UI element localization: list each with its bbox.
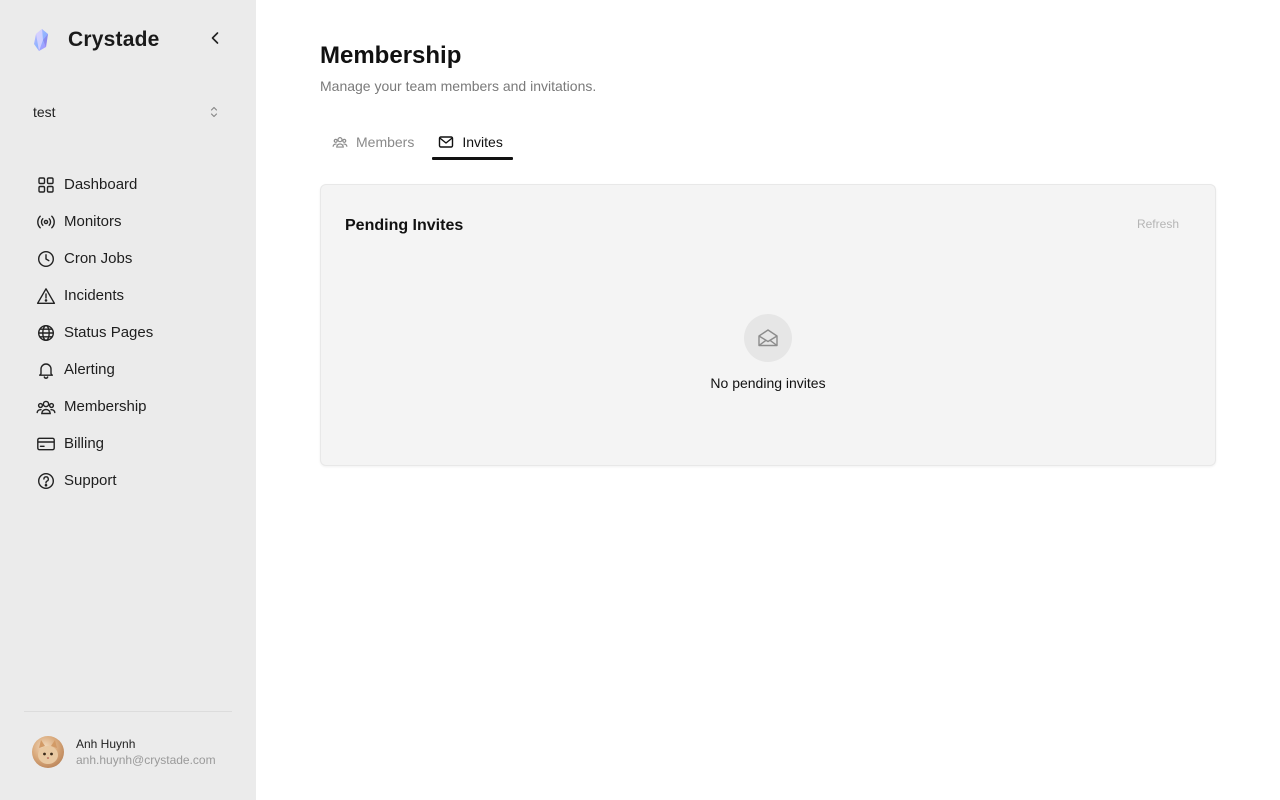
empty-state-message: No pending invites bbox=[710, 375, 826, 391]
brand[interactable]: Crystade bbox=[30, 26, 159, 54]
sidebar-item-label: Membership bbox=[64, 398, 147, 415]
grid-icon bbox=[36, 175, 56, 195]
collapse-sidebar-button[interactable] bbox=[204, 29, 226, 51]
team-selector[interactable]: test bbox=[24, 96, 232, 128]
sidebar-item-label: Dashboard bbox=[64, 176, 138, 193]
sidebar-item-incidents[interactable]: Incidents bbox=[24, 277, 232, 314]
clock-icon bbox=[36, 249, 56, 269]
pending-invites-card: Pending Invites Refresh No pending invit… bbox=[320, 184, 1216, 466]
membership-tabs: Members Invites bbox=[320, 124, 515, 160]
sidebar-item-label: Cron Jobs bbox=[64, 250, 133, 267]
team-name: test bbox=[33, 104, 56, 120]
tab-label: Invites bbox=[462, 134, 503, 150]
sidebar-item-monitors[interactable]: Monitors bbox=[24, 203, 232, 240]
users-icon bbox=[332, 134, 348, 150]
bell-icon bbox=[36, 360, 56, 380]
tab-label: Members bbox=[356, 134, 415, 150]
avatar bbox=[32, 736, 64, 768]
globe-icon bbox=[36, 323, 56, 343]
sidebar-nav: Dashboard Monitors Cron Jobs Incidents S… bbox=[24, 166, 232, 499]
crystal-logo-icon bbox=[30, 27, 52, 53]
sidebar-item-label: Status Pages bbox=[64, 324, 154, 341]
sidebar-item-label: Incidents bbox=[64, 287, 125, 304]
page-subtitle: Manage your team members and invitations… bbox=[320, 78, 597, 94]
brand-name: Crystade bbox=[68, 28, 160, 51]
user-profile[interactable]: Anh Huynh anh.huynh@crystade.com bbox=[32, 735, 216, 769]
mail-open-icon bbox=[744, 314, 792, 362]
user-name: Anh Huynh bbox=[76, 737, 136, 751]
sidebar-item-dashboard[interactable]: Dashboard bbox=[24, 166, 232, 203]
mail-icon bbox=[438, 134, 454, 150]
users-icon bbox=[36, 397, 56, 417]
sidebar-item-membership[interactable]: Membership bbox=[24, 388, 232, 425]
tab-invites[interactable]: Invites bbox=[426, 124, 514, 160]
main-content: Membership Manage your team members and … bbox=[256, 0, 1280, 800]
sidebar-item-alerting[interactable]: Alerting bbox=[24, 351, 232, 388]
sidebar-item-status-pages[interactable]: Status Pages bbox=[24, 314, 232, 351]
broadcast-icon bbox=[36, 212, 56, 232]
sidebar-item-label: Monitors bbox=[64, 213, 122, 230]
refresh-button[interactable]: Refresh bbox=[1137, 217, 1179, 231]
sidebar-item-cron-jobs[interactable]: Cron Jobs bbox=[24, 240, 232, 277]
sidebar-item-support[interactable]: Support bbox=[24, 462, 232, 499]
chevrons-up-down-icon bbox=[206, 104, 222, 120]
user-email: anh.huynh@crystade.com bbox=[76, 753, 216, 767]
chevron-left-icon bbox=[208, 31, 222, 50]
sidebar-item-billing[interactable]: Billing bbox=[24, 425, 232, 462]
sidebar: Crystade test Dashboard Monitors Cron Jo… bbox=[0, 0, 256, 800]
sidebar-item-label: Support bbox=[64, 472, 117, 489]
sidebar-item-label: Alerting bbox=[64, 361, 115, 378]
tab-members[interactable]: Members bbox=[320, 124, 426, 160]
sidebar-divider bbox=[24, 711, 232, 712]
page-title: Membership bbox=[320, 42, 462, 69]
warning-triangle-icon bbox=[36, 286, 56, 306]
help-circle-icon bbox=[36, 471, 56, 491]
credit-card-icon bbox=[36, 434, 56, 454]
card-title: Pending Invites bbox=[345, 217, 464, 234]
sidebar-item-label: Billing bbox=[64, 435, 105, 452]
